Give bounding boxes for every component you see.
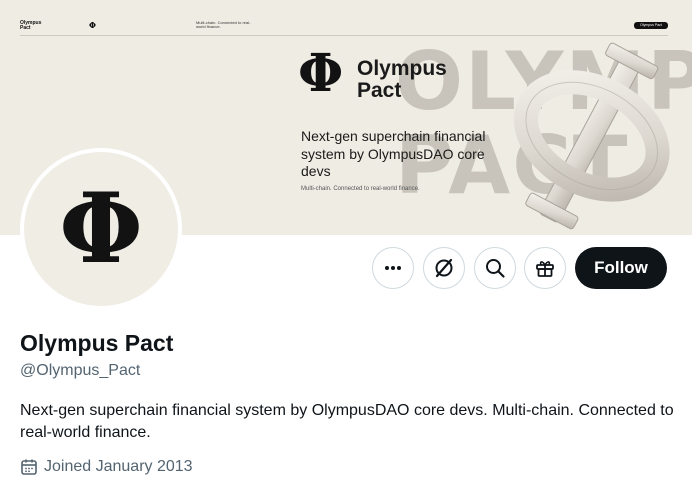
gift-button[interactable] bbox=[524, 247, 566, 289]
banner-logo-symbol: Φ bbox=[298, 43, 344, 104]
banner-mini-pill: Olympus Pact bbox=[634, 22, 668, 29]
profile-bio: Next-gen superchain financial system by … bbox=[20, 402, 674, 441]
search-icon bbox=[486, 259, 505, 278]
gift-icon bbox=[536, 261, 554, 277]
more-icon bbox=[385, 266, 401, 270]
search-button[interactable] bbox=[474, 247, 516, 289]
banner-mini-header: Olympus Pact Φ Multi-chain. Connected to… bbox=[20, 20, 668, 36]
banner-subline: Multi-chain. Connected to real-world fin… bbox=[301, 186, 420, 192]
banner-mini-tagline: Multi-chain. Connected to real-world fin… bbox=[196, 20, 251, 29]
joined-date: Joined January 2013 bbox=[20, 458, 193, 476]
banner-headline: Next-gen superchain financial system by … bbox=[301, 128, 486, 179]
follow-button[interactable]: Follow bbox=[575, 247, 667, 289]
stone-phi-sculpture bbox=[513, 42, 670, 230]
banner-mini-logo: Olympus Pact bbox=[20, 20, 42, 31]
avatar[interactable]: Φ bbox=[20, 148, 182, 310]
banner-logo-name: Olympus Pact bbox=[357, 57, 447, 102]
avatar-symbol: Φ bbox=[59, 172, 143, 285]
profile-handle: @Olympus_Pact bbox=[20, 362, 141, 379]
calendar-icon bbox=[21, 459, 37, 475]
more-button[interactable] bbox=[372, 247, 414, 289]
profile-name: Olympus Pact bbox=[20, 330, 174, 356]
grok-icon bbox=[435, 258, 453, 278]
joined-date-text: Joined January 2013 bbox=[44, 458, 193, 475]
banner-mini-symbol: Φ bbox=[89, 20, 96, 30]
grok-button[interactable] bbox=[423, 247, 465, 289]
